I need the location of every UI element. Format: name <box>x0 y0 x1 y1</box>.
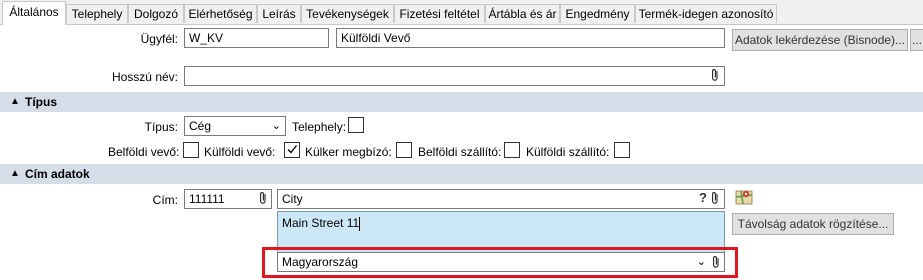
section-title: Típus <box>25 95 57 109</box>
section-title: Cím adatok <box>25 167 90 181</box>
customer-name-field[interactable]: Külföldi Vevő <box>336 28 725 48</box>
domestic-supplier-checkbox[interactable] <box>504 142 520 158</box>
foreign-trade-agent-checkbox[interactable] <box>396 142 412 158</box>
text-cursor <box>359 216 361 231</box>
chevron-down-icon: ⌄ <box>271 120 281 132</box>
tab-tevekenysegek[interactable]: Tevékenységek <box>301 4 394 23</box>
site-label: Telephely: <box>292 120 347 134</box>
attachment-icon[interactable] <box>258 191 268 209</box>
tab-leiras[interactable]: Leírás <box>257 4 301 23</box>
type-select[interactable]: Cég ⌄ <box>184 116 286 136</box>
tab-elerhetoseg[interactable]: Elérhetőség <box>184 4 257 23</box>
checkmark-icon <box>287 145 298 154</box>
street-field[interactable]: Main Street 11 <box>277 211 725 255</box>
long-name-label: Hosszú név: <box>111 70 178 84</box>
address-label: Cím: <box>152 193 178 207</box>
city-field[interactable]: City <box>277 189 725 209</box>
distance-data-button[interactable]: Távolság adatok rögzítése... <box>732 213 894 235</box>
tab-fizetesi-feltetel[interactable]: Fizetési feltétel <box>394 4 485 23</box>
section-header-address[interactable]: ▲ Cím adatok <box>0 164 923 184</box>
tab-altalanos[interactable]: Általános <box>2 1 66 25</box>
more-button[interactable]: ... <box>910 29 923 51</box>
tab-telephely[interactable]: Telephely <box>66 4 128 23</box>
domestic-customer-label: Belföldi vevő: <box>108 145 180 159</box>
attachment-icon[interactable] <box>710 68 720 86</box>
foreign-customer-checkbox[interactable] <box>284 142 300 158</box>
country-select[interactable]: Magyarország ⌄ <box>277 252 725 272</box>
section-header-type[interactable]: ▲ Típus <box>0 92 923 112</box>
street-value: Main Street 11 <box>282 216 360 230</box>
domestic-supplier-label: Belföldi szállító: <box>418 145 502 159</box>
type-select-value: Cég <box>189 119 212 133</box>
fetch-bisnode-button[interactable]: Adatok lekérdezése (Bisnode)... <box>732 29 908 51</box>
long-name-field[interactable] <box>184 66 725 86</box>
country-select-value: Magyarország <box>282 255 359 269</box>
domestic-customer-checkbox[interactable] <box>183 142 199 158</box>
type-label: Típus: <box>144 120 178 134</box>
tab-termek-idegen-azonosito[interactable]: Termék-idegen azonosító <box>635 4 777 23</box>
collapse-chevron-icon[interactable]: ▲ <box>10 92 20 112</box>
tab-engedmeny[interactable]: Engedmény <box>560 4 635 23</box>
chevron-down-icon: ⌄ <box>696 256 706 268</box>
help-icon[interactable]: ? <box>699 190 707 206</box>
tab-dolgozo[interactable]: Dolgozó <box>128 4 184 23</box>
tab-bar: Általános Telephely Dolgozó Elérhetőség … <box>0 0 923 25</box>
foreign-supplier-checkbox[interactable] <box>614 142 630 158</box>
customer-label: Ügyfél: <box>140 32 178 46</box>
site-checkbox[interactable] <box>348 117 364 133</box>
map-icon[interactable] <box>735 188 753 209</box>
foreign-customer-label: Külföldi vevő: <box>204 145 276 159</box>
foreign-trade-agent-label: Külker megbízó: <box>305 145 392 159</box>
foreign-supplier-label: Külföldi szállító: <box>526 145 610 159</box>
attachment-icon[interactable] <box>710 191 720 209</box>
attachment-icon[interactable] <box>711 255 721 274</box>
collapse-chevron-icon[interactable]: ▲ <box>10 164 20 184</box>
tab-artabla[interactable]: Ártábla és ár <box>485 4 560 23</box>
customer-code-field[interactable]: W_KV <box>184 28 329 48</box>
